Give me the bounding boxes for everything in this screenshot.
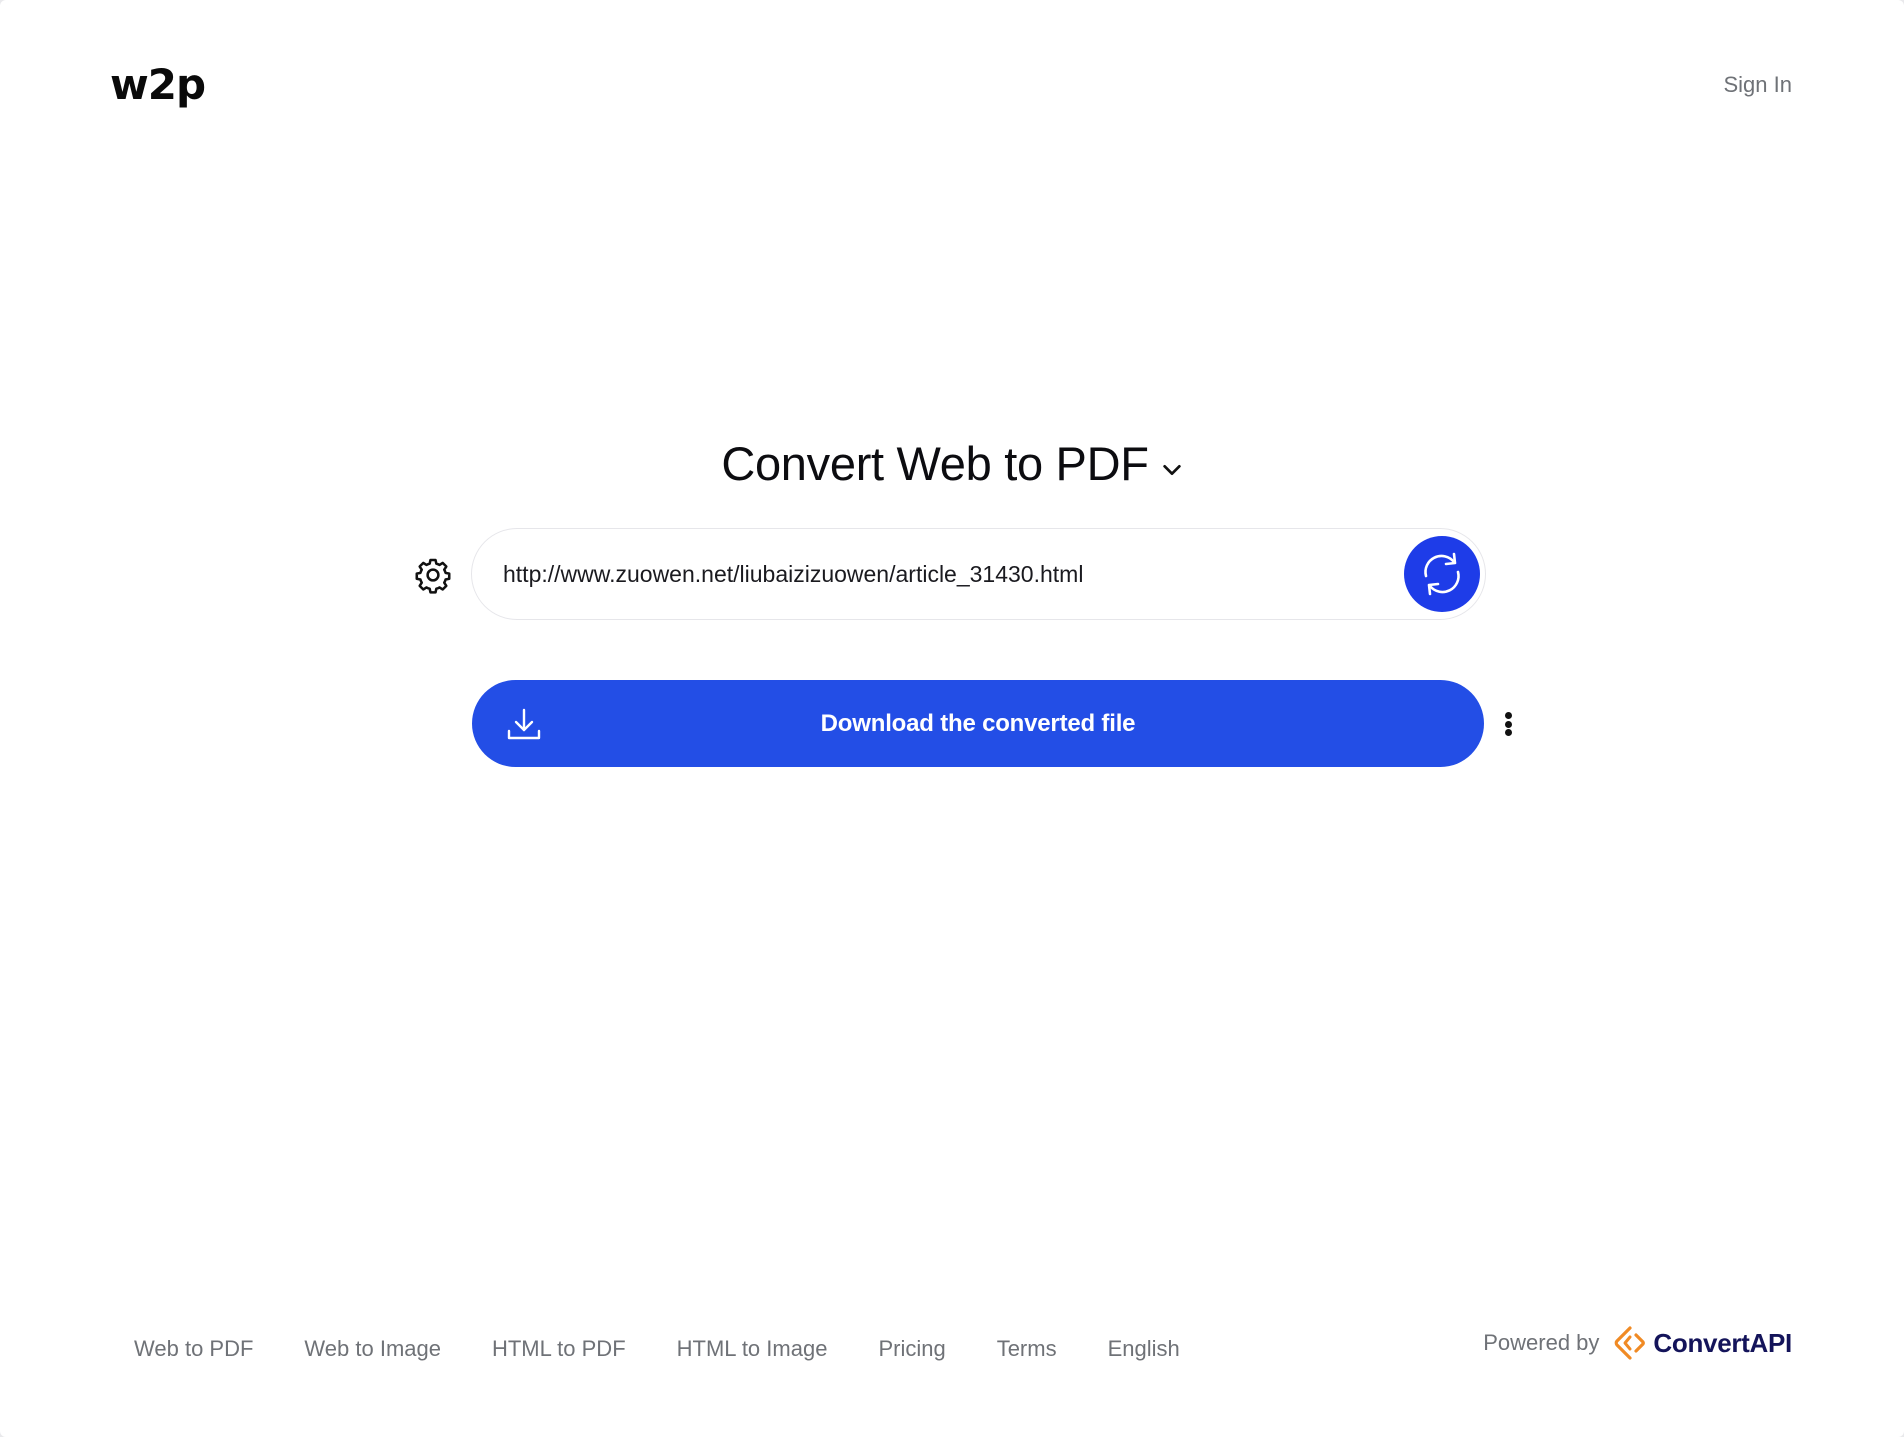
gear-icon[interactable] <box>414 556 452 594</box>
more-options-button[interactable] <box>1498 706 1518 742</box>
convertapi-mark-icon <box>1615 1326 1646 1360</box>
footer-link-pricing[interactable]: Pricing <box>878 1336 945 1362</box>
download-button[interactable]: Download the converted file <box>472 680 1484 767</box>
convertapi-logo[interactable]: ConvertAPI <box>1613 1326 1792 1360</box>
page-title[interactable]: Convert Web to PDF <box>721 436 1149 491</box>
refresh-button[interactable] <box>1404 536 1480 612</box>
footer-link-web-to-pdf[interactable]: Web to PDF <box>134 1336 253 1362</box>
more-vertical-icon-dot <box>1504 712 1512 719</box>
footer-nav: Web to PDF Web to Image HTML to PDF HTML… <box>134 1336 1231 1362</box>
page-frame: w2p Sign In Convert Web to PDF Download … <box>0 0 1904 1437</box>
footer-link-html-to-pdf[interactable]: HTML to PDF <box>492 1336 626 1362</box>
url-input[interactable] <box>503 529 1383 619</box>
convertapi-brand-name: ConvertAPI <box>1653 1327 1792 1358</box>
footer-language-selector[interactable]: English <box>1108 1336 1180 1362</box>
footer-link-web-to-image[interactable]: Web to Image <box>304 1336 441 1362</box>
more-vertical-icon-dot <box>1504 729 1512 736</box>
site-logo[interactable]: w2p <box>110 64 206 106</box>
download-button-label: Download the converted file <box>820 709 1136 737</box>
powered-by: Powered by ConvertAPI <box>1483 1326 1792 1360</box>
footer-link-html-to-image[interactable]: HTML to Image <box>677 1336 828 1362</box>
powered-by-label: Powered by <box>1483 1330 1600 1355</box>
sign-in-link[interactable]: Sign In <box>1724 72 1793 98</box>
refresh-icon <box>1424 552 1460 596</box>
footer-link-terms[interactable]: Terms <box>997 1336 1057 1362</box>
download-icon <box>507 708 541 740</box>
url-field-container <box>471 528 1486 620</box>
chevron-down-icon[interactable] <box>1161 459 1183 481</box>
more-vertical-icon-dot <box>1504 720 1512 728</box>
title-selector[interactable]: Convert Web to PDF <box>0 436 1904 491</box>
